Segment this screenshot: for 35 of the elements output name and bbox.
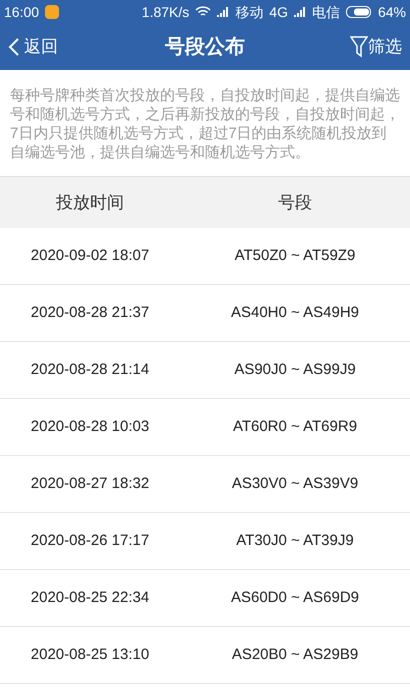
battery-icon <box>346 6 372 18</box>
table-cell-text: 2020-08-25 22:34 <box>30 588 150 608</box>
table-cell-text: AS90J0 ~ AS99J9 <box>233 360 357 380</box>
table-cell-text: 2020-08-27 18:32 <box>30 474 150 494</box>
column-header: 号段 <box>277 192 313 214</box>
back-button[interactable]: 返回 <box>8 34 58 60</box>
table-cell-text: AT30J0 ~ AT39J9 <box>235 530 355 551</box>
filter-icon <box>350 36 368 58</box>
page-title: 号段公布 <box>165 35 245 60</box>
filter-button[interactable]: 筛选 <box>350 34 402 60</box>
signal-icon <box>294 7 306 17</box>
carrier-name: 电信 <box>312 2 340 22</box>
table-cell-text: 2020-08-28 21:37 <box>30 302 150 323</box>
table-cell-text: 2020-08-28 10:03 <box>30 416 150 437</box>
table-cell-text: AS40H0 ~ AS49H9 <box>230 302 360 323</box>
notice-text: 每种号牌种类首次投放的号段，自投放时间起，提供自编选号和随机选号方式，之后再新投放的号段，自投放时间起，7日内只提供随机选号方式，超过7日的由系统随机投放到自编选号池，提供自编选号和随机选号方式。 <box>9 86 401 163</box>
column-header: 投放时间 <box>55 192 125 214</box>
carrier-name: 移动 <box>235 2 264 22</box>
wifi-icon <box>195 6 212 18</box>
signal-icon <box>217 7 230 17</box>
app-notification-icon <box>45 5 60 19</box>
table-cell-text: AS30V0 ~ AS39V9 <box>230 474 360 494</box>
back-icon <box>8 37 20 57</box>
battery-level: 64% <box>378 2 406 22</box>
network-type: 4G <box>269 2 288 22</box>
table-cell-text: 2020-08-28 21:14 <box>30 360 150 380</box>
table-cell-text: 2020-08-25 13:10 <box>30 644 150 665</box>
table-cell-text: AT60R0 ~ AT69R9 <box>232 416 358 437</box>
table-cell-text: 2020-08-26 17:17 <box>30 530 150 551</box>
network-speed: 1.87K/s <box>142 2 190 22</box>
status-time: 16:00 <box>4 2 40 22</box>
table-cell-text: AS20B0 ~ AS29B9 <box>230 644 360 665</box>
table-cell-text: AT50Z0 ~ AT59Z9 <box>234 246 356 266</box>
table-cell-text: AS60D0 ~ AS69D9 <box>230 588 360 608</box>
table-cell-text: 2020-09-02 18:07 <box>30 246 150 266</box>
